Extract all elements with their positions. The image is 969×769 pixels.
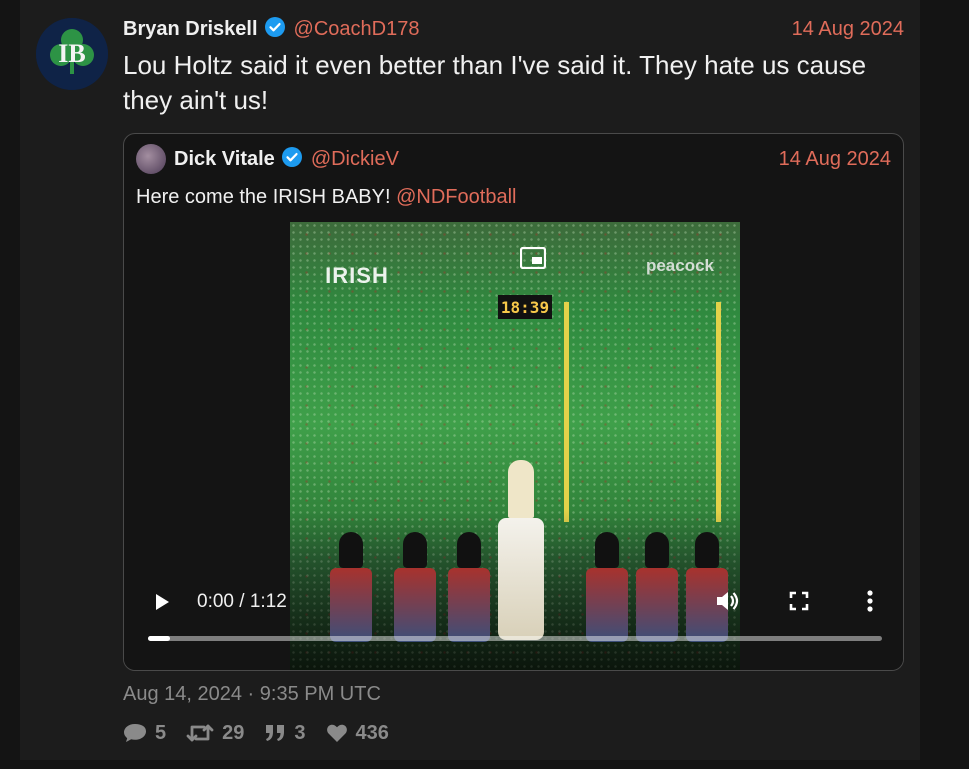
goalpost-left (564, 302, 569, 522)
verified-badge-icon (264, 16, 286, 43)
svg-text:IB: IB (58, 39, 85, 68)
tweet-text: Lou Holtz said it even better than I've … (123, 50, 867, 115)
mention-link[interactable]: @NDFootball (396, 186, 516, 208)
quoted-tweet[interactable]: Dick Vitale @DickieV 14 Aug 2024 Here co… (123, 133, 904, 671)
goalpost-right (716, 302, 721, 522)
verified-badge-icon (281, 146, 303, 173)
picture-in-picture-icon[interactable] (519, 246, 547, 270)
author-row: Bryan Driskell @CoachD178 14 Aug 2024 (123, 14, 904, 44)
author-fullname[interactable]: Bryan Driskell (123, 18, 258, 41)
quote-icon (266, 725, 285, 741)
author-avatar[interactable]: IB (36, 18, 108, 90)
quote-text-body: Here come the IRISH BABY! (136, 186, 397, 208)
quote-author-avatar[interactable] (136, 144, 166, 174)
retweet-icon (186, 724, 214, 742)
like-count: 436 (355, 721, 389, 744)
tweet-stats: 5 29 3 436 (123, 720, 409, 746)
tweet-date[interactable]: 14 Aug 2024 (792, 18, 904, 41)
quote-author-row: Dick Vitale @DickieV 14 Aug 2024 (136, 144, 891, 174)
more-vertical-icon[interactable] (860, 588, 880, 614)
play-icon[interactable] (152, 591, 172, 613)
quote-author-username[interactable]: @DickieV (311, 148, 399, 171)
video-player[interactable]: 18:39 IRISH peacock 0:00 / 1:12 (124, 222, 903, 670)
irish-overlay-logo: IRISH (325, 263, 389, 288)
quote-author-fullname[interactable]: Dick Vitale (174, 148, 275, 171)
tweet-timestamp[interactable]: Aug 14, 2024 · 9:35 PM UTC (123, 683, 381, 706)
video-progress-bar[interactable] (148, 636, 882, 641)
stadium-scoreboard: 18:39 (498, 295, 552, 319)
video-time: 0:00 / 1:12 (197, 591, 287, 612)
quote-text: Here come the IRISH BABY! @NDFootball (136, 186, 516, 209)
reply-count: 5 (155, 721, 167, 744)
video-controls: 0:00 / 1:12 (124, 582, 903, 642)
quote-stat[interactable]: 3 (264, 721, 306, 745)
like-stat[interactable]: 436 (326, 722, 389, 745)
heart-icon (326, 724, 347, 742)
quote-date[interactable]: 14 Aug 2024 (779, 148, 891, 171)
retweet-count: 29 (222, 721, 245, 744)
retweet-stat[interactable]: 29 (186, 722, 244, 745)
video-progress-fill (148, 636, 171, 641)
comment-icon (124, 724, 146, 742)
reply-stat[interactable]: 5 (123, 722, 166, 745)
author-username[interactable]: @CoachD178 (294, 18, 420, 41)
avatar-logo-icon: IB (36, 18, 108, 90)
fullscreen-icon[interactable] (788, 590, 810, 612)
quote-count: 3 (294, 721, 306, 744)
volume-icon[interactable] (714, 588, 740, 614)
peacock-watermark: peacock (645, 256, 714, 275)
